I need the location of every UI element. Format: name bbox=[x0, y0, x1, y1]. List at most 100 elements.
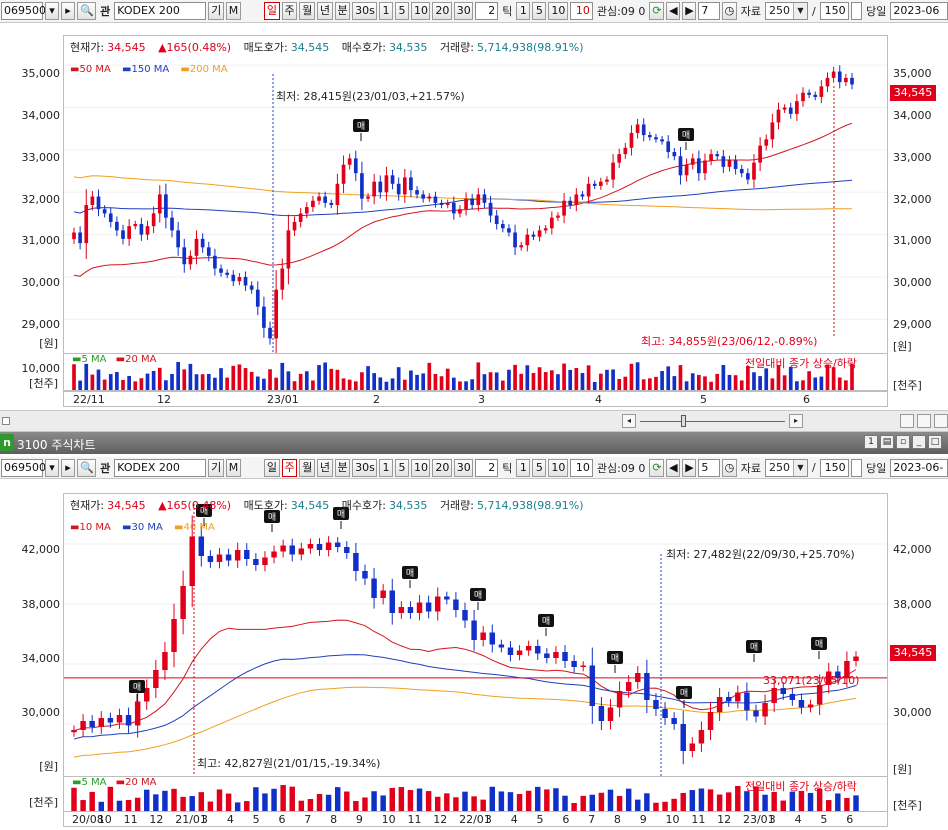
m-button[interactable]: M bbox=[225, 2, 241, 20]
current-price: 34,545 bbox=[107, 499, 146, 512]
data-count-select[interactable]: 250 ▼ bbox=[765, 2, 808, 20]
price-chart-area[interactable]: 매매매매매매매매매매매 bbox=[63, 493, 888, 777]
date-input[interactable]: 2023-06 bbox=[890, 2, 948, 20]
today-checkbox[interactable] bbox=[850, 458, 863, 477]
period-year-button[interactable]: 년 bbox=[316, 458, 333, 477]
n-value-input[interactable]: 7 bbox=[698, 2, 720, 20]
window-pin-icon[interactable]: ▫ bbox=[896, 435, 910, 449]
total-input[interactable]: 150 bbox=[819, 458, 849, 477]
search-icon[interactable]: 🔍 bbox=[77, 2, 97, 20]
window-menu-icon[interactable]: 1 bbox=[864, 435, 878, 449]
prev-icon[interactable]: ◀ bbox=[666, 2, 681, 20]
search-icon[interactable]: 🔍 bbox=[77, 458, 97, 477]
interval-30-button[interactable]: 30 bbox=[453, 2, 474, 20]
m-button[interactable]: M bbox=[225, 458, 241, 477]
window-split-icon[interactable]: ▤ bbox=[880, 435, 894, 449]
volume-bar bbox=[425, 791, 432, 811]
period-week-button[interactable]: 주 bbox=[281, 2, 298, 20]
candle-body bbox=[353, 553, 359, 571]
volume-bar bbox=[72, 364, 76, 390]
period-day-button[interactable]: 일 bbox=[263, 2, 280, 20]
candle-body bbox=[853, 656, 859, 661]
dropdown-arrow-icon[interactable]: ▾ bbox=[45, 2, 59, 20]
tick-1-button[interactable]: 1 bbox=[516, 2, 531, 20]
volume-bar bbox=[317, 365, 321, 390]
stock-name-field[interactable]: KODEX 200 bbox=[114, 458, 207, 477]
next-arrow-icon[interactable]: ▸ bbox=[61, 2, 75, 20]
tick-active-input[interactable]: 10 bbox=[569, 2, 593, 20]
zoom-out-icon[interactable]: ◂ bbox=[622, 414, 636, 428]
interval-1-button[interactable]: 1 bbox=[379, 458, 393, 477]
period-week-button[interactable]: 주 bbox=[281, 458, 298, 477]
zoom-thumb[interactable] bbox=[681, 415, 686, 427]
period-month-button[interactable]: 월 bbox=[299, 458, 315, 477]
interval-5-button[interactable]: 5 bbox=[395, 458, 409, 477]
tick-10-button[interactable]: 10 bbox=[548, 2, 568, 20]
candle-body bbox=[180, 586, 186, 619]
today-checkbox[interactable] bbox=[850, 2, 863, 20]
period-day-button[interactable]: 일 bbox=[263, 458, 280, 477]
candle-body bbox=[462, 610, 468, 621]
panel-icon-2[interactable] bbox=[917, 414, 931, 428]
volume-label: 거래량: bbox=[439, 41, 475, 54]
interval-1-button[interactable]: 1 bbox=[379, 2, 393, 20]
candle-body bbox=[744, 692, 750, 711]
period-30s-button[interactable]: 30s bbox=[352, 2, 377, 20]
interval-10-button[interactable]: 10 bbox=[411, 458, 431, 477]
zoom-track[interactable] bbox=[640, 421, 785, 422]
tick-input[interactable]: 2 bbox=[475, 2, 499, 20]
interval-20-button[interactable]: 20 bbox=[432, 458, 452, 477]
volume-bar bbox=[176, 362, 180, 390]
tick-5-button[interactable]: 5 bbox=[532, 458, 547, 477]
interval-20-button[interactable]: 20 bbox=[432, 2, 452, 20]
toolbar-bottom: 069500 ▾ ▸ 🔍 관 KODEX 200 기 M 일 주 월 년 분 3… bbox=[0, 457, 948, 479]
clock-icon[interactable]: ◷ bbox=[721, 458, 737, 477]
next-icon[interactable]: ▶ bbox=[682, 458, 697, 477]
period-minute-button[interactable]: 분 bbox=[334, 2, 351, 20]
period-minute-button[interactable]: 분 bbox=[334, 458, 351, 477]
zoom-in-icon[interactable]: ▸ bbox=[789, 414, 803, 428]
scroll-left-icon[interactable] bbox=[2, 417, 10, 425]
panel-icon-1[interactable] bbox=[900, 414, 914, 428]
prev-icon[interactable]: ◀ bbox=[666, 458, 681, 477]
stock-code-input[interactable]: 069500 bbox=[1, 2, 46, 20]
candle-body bbox=[489, 632, 496, 645]
period-month-button[interactable]: 월 bbox=[299, 2, 315, 20]
scroll-bar[interactable]: ◂ ▸ bbox=[0, 410, 948, 432]
dropdown-arrow-icon[interactable]: ▾ bbox=[45, 458, 59, 477]
panel-icon-3[interactable] bbox=[934, 414, 948, 428]
minimize-icon[interactable]: _ bbox=[912, 435, 926, 449]
interval-5-button[interactable]: 5 bbox=[395, 2, 409, 20]
refresh-icon[interactable]: ⟳ bbox=[649, 458, 665, 477]
price-chart-area[interactable]: 매매 bbox=[63, 35, 888, 359]
interval-30-button[interactable]: 30 bbox=[453, 458, 474, 477]
total-input[interactable]: 150 bbox=[819, 2, 849, 20]
stock-name-field[interactable]: KODEX 200 bbox=[114, 2, 207, 20]
interval-10-button[interactable]: 10 bbox=[411, 2, 431, 20]
refresh-icon[interactable]: ⟳ bbox=[649, 2, 665, 20]
window-title-bar[interactable]: n 3100 주식차트 1 ▤ ▫ _ □ bbox=[0, 432, 948, 454]
base-button[interactable]: 기 bbox=[208, 2, 224, 20]
tick-10-button[interactable]: 10 bbox=[548, 458, 568, 477]
x-label: 22/11 bbox=[73, 393, 105, 406]
tick-active-input[interactable]: 10 bbox=[569, 458, 593, 477]
next-icon[interactable]: ▶ bbox=[682, 2, 697, 20]
period-year-button[interactable]: 년 bbox=[316, 2, 333, 20]
data-count-select[interactable]: 250 ▼ bbox=[765, 458, 808, 477]
tick-1-button[interactable]: 1 bbox=[516, 458, 531, 477]
tick-input[interactable]: 2 bbox=[475, 458, 499, 477]
stock-code-input[interactable]: 069500 bbox=[1, 458, 46, 477]
volume-bar bbox=[188, 363, 193, 390]
tick-5-button[interactable]: 5 bbox=[532, 2, 547, 20]
base-button[interactable]: 기 bbox=[208, 458, 224, 477]
volume-bar bbox=[323, 362, 328, 390]
date-input[interactable]: 2023-06- bbox=[890, 458, 948, 477]
clock-icon[interactable]: ◷ bbox=[721, 2, 737, 20]
maximize-icon[interactable]: □ bbox=[928, 435, 942, 449]
candle-body bbox=[758, 145, 762, 163]
n-value-input[interactable]: 5 bbox=[698, 458, 720, 477]
candle-body bbox=[188, 255, 193, 265]
next-arrow-icon[interactable]: ▸ bbox=[61, 458, 75, 477]
volume-bar bbox=[488, 372, 493, 390]
period-30s-button[interactable]: 30s bbox=[352, 458, 377, 477]
